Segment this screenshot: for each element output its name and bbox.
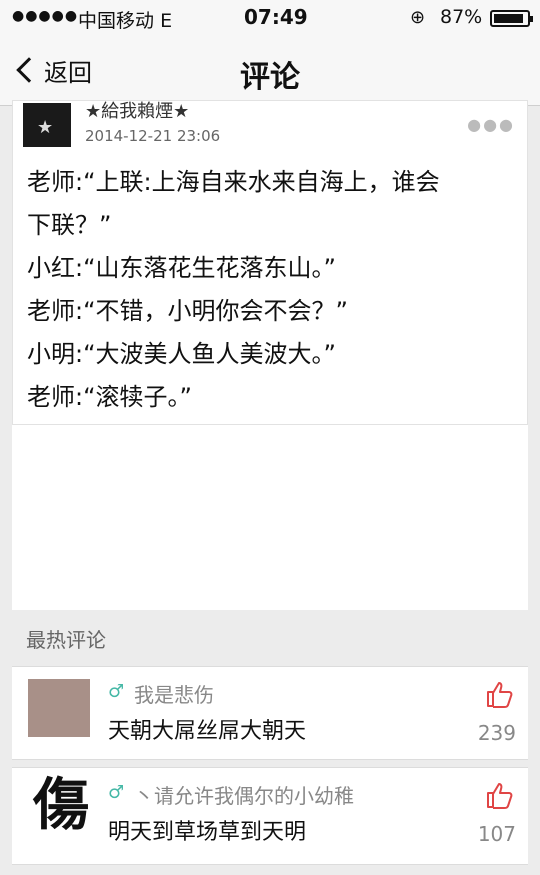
comment-text: 天朝大屌丝屌大朝天 bbox=[108, 719, 307, 744]
page-title: 评论 bbox=[240, 60, 300, 95]
like-count: 107 bbox=[477, 822, 516, 846]
nav-bar: 返回 评论 bbox=[0, 36, 540, 106]
comment-item[interactable]: ♂ 我是悲伤 天朝大屌丝屌大朝天 239 bbox=[12, 666, 528, 760]
avatar[interactable]: 傷 bbox=[28, 776, 94, 842]
carrier-label: 中国移动 E bbox=[78, 10, 173, 32]
thumbs-up-icon[interactable] bbox=[484, 780, 514, 810]
post-line: 老师:“不错，小明你会不会？” bbox=[27, 297, 348, 325]
clock: 07:49 bbox=[244, 5, 308, 29]
battery-icon bbox=[490, 10, 533, 27]
post-line: 小红:“山东落花生花落东山。” bbox=[27, 254, 336, 282]
male-icon: ♂ bbox=[108, 782, 125, 803]
post-date: 2014-12-21 23:06 bbox=[85, 127, 221, 145]
comment-username[interactable]: 丶请允许我偶尔的小幼稚 bbox=[134, 780, 354, 809]
section-title: 最热评论 bbox=[26, 628, 106, 652]
like-count: 239 bbox=[477, 721, 516, 745]
post-line: 老师:“滚犊子。” bbox=[27, 383, 192, 411]
post-line: 下联？” bbox=[27, 211, 112, 239]
post-blank-area bbox=[12, 425, 528, 610]
signal-icon: ●●●●● bbox=[12, 8, 79, 24]
post-card: ★ ★給我賴煙★ 2014-12-21 23:06 ●●● 老师:“上联:上海自… bbox=[12, 100, 528, 425]
male-icon: ♂ bbox=[108, 681, 125, 702]
thumbs-up-icon[interactable] bbox=[484, 679, 514, 709]
comment-text: 明天到草场草到天明 bbox=[108, 820, 307, 845]
comment-username[interactable]: 我是悲伤 bbox=[134, 679, 214, 708]
post-line: 老师:“上联:上海自来水来自海上，谁会 bbox=[27, 168, 440, 196]
status-bar: ●●●●● 中国移动 E 07:49 ⊕ 87% bbox=[0, 0, 540, 36]
battery-percent: 87% bbox=[440, 6, 483, 28]
comment-item[interactable]: 傷 ♂ 丶请允许我偶尔的小幼稚 明天到草场草到天明 107 bbox=[12, 767, 528, 865]
post-body: 老师:“上联:上海自来水来自海上，谁会 下联？” 小红:“山东落花生花落东山。”… bbox=[27, 161, 523, 419]
post-line: 小明:“大波美人鱼人美波大。” bbox=[27, 340, 336, 368]
rotation-lock-icon: ⊕ bbox=[410, 7, 426, 28]
more-icon[interactable]: ●●● bbox=[467, 115, 515, 134]
avatar[interactable] bbox=[28, 679, 90, 737]
avatar[interactable]: ★ bbox=[23, 103, 71, 147]
post-author[interactable]: ★給我賴煙★ bbox=[85, 97, 189, 123]
